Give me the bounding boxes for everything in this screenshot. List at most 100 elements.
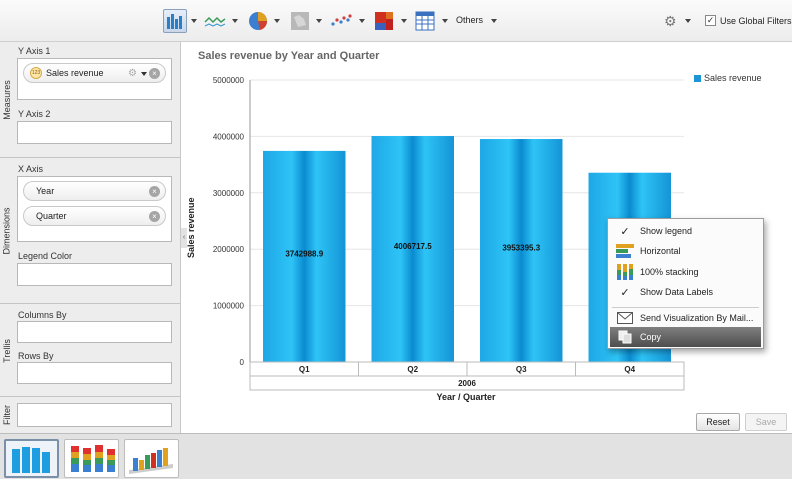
quarter-pill-label: Quarter xyxy=(36,211,67,221)
gear-icon[interactable]: ⚙ xyxy=(664,14,678,28)
mail-icon xyxy=(610,312,640,324)
heatmap-chart-dropdown-icon[interactable] xyxy=(401,19,407,23)
y-axis-2-dropzone[interactable] xyxy=(17,121,172,144)
chart-legend[interactable]: Sales revenue xyxy=(694,73,762,83)
legend-swatch xyxy=(694,75,701,82)
horizontal-bars-icon xyxy=(610,243,640,259)
bar-chart-icon[interactable] xyxy=(163,9,187,33)
x-group-label: 2006 xyxy=(458,379,476,388)
data-label: 3953395.3 xyxy=(502,244,540,253)
legend-label: Sales revenue xyxy=(704,73,762,83)
pie-chart-icon[interactable] xyxy=(246,9,270,33)
rows-by-label: Rows By xyxy=(18,351,54,361)
map-chart-icon[interactable] xyxy=(288,9,312,33)
heatmap-chart-icon[interactable] xyxy=(372,9,396,33)
x-tick-label: Q3 xyxy=(516,365,527,374)
x-axis-dropzone[interactable]: Year × Quarter × xyxy=(17,176,172,242)
rows-by-dropzone[interactable] xyxy=(17,362,172,384)
sales-revenue-pill[interactable]: 123 Sales revenue ⚙ × xyxy=(23,63,166,83)
remove-sales-revenue-icon[interactable]: × xyxy=(149,68,160,79)
line-chart-dropdown-icon[interactable] xyxy=(232,19,238,23)
y-tick-label: 4000000 xyxy=(213,132,245,141)
thumbnail-3d-bar-chart[interactable] xyxy=(124,439,179,478)
data-label: 4006717.5 xyxy=(394,242,432,251)
menu-send-by-mail[interactable]: Send Visualization By Mail... xyxy=(610,308,761,328)
legend-color-label: Legend Color xyxy=(18,251,73,261)
thumbnail-bar-chart[interactable] xyxy=(4,439,59,478)
context-menu: ✓ Show legend Horizontal 100% stacking ✓… xyxy=(607,218,764,349)
columns-by-label: Columns By xyxy=(18,310,67,320)
y-tick-label: 5000000 xyxy=(213,76,245,85)
trellis-group: Trellis Columns By Rows By xyxy=(0,304,180,397)
x-tick-labels: Q1 Q2 Q3 Q4 2006 xyxy=(249,361,685,391)
line-chart-icon[interactable] xyxy=(203,9,227,33)
filter-section-label: Filter xyxy=(2,405,12,425)
bar-chart-dropdown-icon[interactable] xyxy=(191,19,197,23)
x-tick-label: Q2 xyxy=(407,365,418,374)
y-tick-label: 3000000 xyxy=(213,189,245,198)
y-axis-title: Sales revenue xyxy=(186,197,196,258)
menu-show-data-labels[interactable]: ✓ Show Data Labels xyxy=(610,282,761,302)
left-panel: Measures Y Axis 1 123 Sales revenue ⚙ × … xyxy=(0,42,181,433)
quarter-pill[interactable]: Quarter × xyxy=(23,206,166,226)
reset-button[interactable]: Reset xyxy=(696,413,740,431)
filter-group: Filter xyxy=(0,397,180,433)
y-tick-label: 2000000 xyxy=(213,245,245,254)
y-axis-2-label: Y Axis 2 xyxy=(18,109,51,119)
legend-color-dropzone[interactable] xyxy=(17,263,172,286)
y-axis-1-dropzone[interactable]: 123 Sales revenue ⚙ × xyxy=(17,58,172,100)
menu-horizontal-label: Horizontal xyxy=(640,246,681,256)
others-menu[interactable]: Others xyxy=(456,15,483,25)
map-chart-dropdown-icon[interactable] xyxy=(316,19,322,23)
measure-icon: 123 xyxy=(30,67,42,79)
filter-dropzone[interactable] xyxy=(17,403,172,427)
columns-by-dropzone[interactable] xyxy=(17,321,172,343)
y-tick-labels: 0 1000000 2000000 3000000 4000000 5000000 xyxy=(213,76,245,367)
menu-copy-label: Copy xyxy=(640,332,662,342)
scatter-chart-dropdown-icon[interactable] xyxy=(359,19,365,23)
table-chart-icon[interactable] xyxy=(413,9,437,33)
table-chart-dropdown-icon[interactable] xyxy=(442,19,448,23)
save-button[interactable]: Save xyxy=(745,413,787,431)
pill-dropdown-icon[interactable] xyxy=(141,72,147,76)
menu-send-by-mail-label: Send Visualization By Mail... xyxy=(640,313,754,323)
x-tick-label: Q1 xyxy=(299,365,310,374)
menu-show-legend-label: Show legend xyxy=(640,226,693,236)
gear-dropdown-icon[interactable] xyxy=(685,19,691,23)
use-global-filters-label: Use Global Filters xyxy=(720,16,792,26)
year-pill[interactable]: Year × xyxy=(23,181,166,201)
menu-copy[interactable]: Copy xyxy=(610,327,761,347)
year-pill-label: Year xyxy=(36,186,55,196)
y-tick-label: 0 xyxy=(240,358,245,367)
check-icon: ✓ xyxy=(620,225,630,238)
pie-chart-dropdown-icon[interactable] xyxy=(274,19,280,23)
y-tick-label: 1000000 xyxy=(213,302,245,311)
scatter-chart-icon[interactable] xyxy=(329,9,353,33)
menu-horizontal[interactable]: Horizontal xyxy=(610,241,761,261)
measures-section-label: Measures xyxy=(2,80,13,120)
others-dropdown-icon[interactable] xyxy=(491,19,497,23)
menu-show-legend[interactable]: ✓ Show legend xyxy=(610,221,761,241)
menu-100-stacking[interactable]: 100% stacking xyxy=(610,262,761,282)
remove-quarter-icon[interactable]: × xyxy=(149,211,160,222)
trellis-section-label: Trellis xyxy=(2,338,13,363)
y-axis-1-label: Y Axis 1 xyxy=(18,46,51,56)
use-global-filters-checkbox[interactable]: ✓ xyxy=(705,15,716,26)
thumbnail-stacked-bar-chart[interactable] xyxy=(64,439,119,478)
toolbar: Others ⚙ ✓ Use Global Filters xyxy=(0,0,792,42)
data-label: 3742988.9 xyxy=(285,249,323,258)
check-icon: ✓ xyxy=(620,286,630,299)
copy-icon xyxy=(610,330,640,344)
dimensions-section-label: Dimensions xyxy=(2,207,12,255)
visualization-thumbnails xyxy=(0,433,792,479)
menu-100-stacking-label: 100% stacking xyxy=(640,267,699,277)
measures-group: Measures Y Axis 1 123 Sales revenue ⚙ × … xyxy=(0,42,180,158)
menu-show-data-labels-label: Show Data Labels xyxy=(640,287,714,297)
remove-year-icon[interactable]: × xyxy=(149,186,160,197)
x-tick-label: Q4 xyxy=(624,365,635,374)
pill-settings-icon[interactable]: ⚙ xyxy=(128,68,137,79)
x-axis-title: Year / Quarter xyxy=(436,392,496,402)
sales-revenue-pill-label: Sales revenue xyxy=(46,68,104,78)
x-axis-label: X Axis xyxy=(18,164,44,174)
stacked-bars-icon xyxy=(610,263,640,281)
